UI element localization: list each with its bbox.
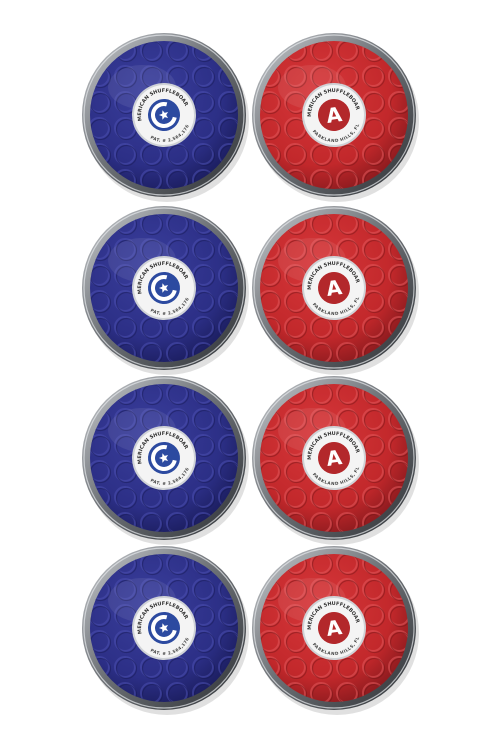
puck-photo: AMERICAN SHUFFLEBOARDPAT. # 2,564,176 AAM… [82,33,419,715]
red-puck: AAMERICAN SHUFFLEBOARDPARKLAND HILLS, FL [252,546,419,715]
puck-grid: AMERICAN SHUFFLEBOARDPAT. # 2,564,176 AAM… [82,33,419,715]
blue-puck: AMERICAN SHUFFLEBOARDPAT. # 2,564,176 [82,546,249,715]
blue-puck: AMERICAN SHUFFLEBOARDPAT. # 2,564,176 [82,206,249,375]
red-puck: AAMERICAN SHUFFLEBOARDPARKLAND HILLS, FL [252,376,419,545]
red-puck: AAMERICAN SHUFFLEBOARDPARKLAND HILLS, FL [252,33,419,202]
blue-puck: AMERICAN SHUFFLEBOARDPAT. # 2,564,176 [82,376,249,545]
red-puck: AAMERICAN SHUFFLEBOARDPARKLAND HILLS, FL [252,206,419,375]
blue-puck: AMERICAN SHUFFLEBOARDPAT. # 2,564,176 [82,33,249,202]
